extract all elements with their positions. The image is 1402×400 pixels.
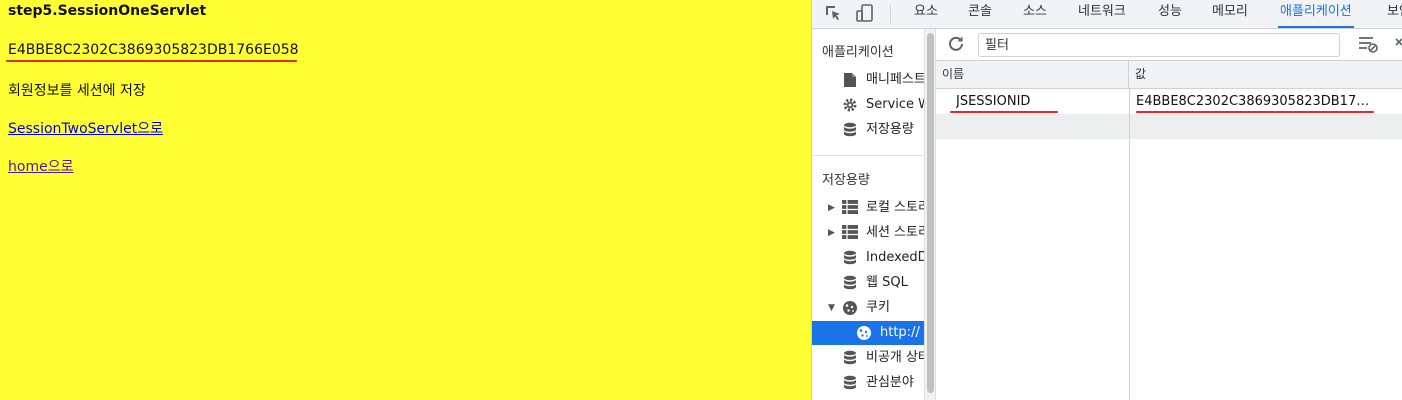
- expand-arrow-icon[interactable]: ▶: [828, 196, 835, 220]
- grid-icon: [842, 200, 858, 216]
- filter-bar: [936, 29, 1402, 61]
- cookie-icon: [856, 325, 872, 341]
- database-icon: [842, 250, 858, 266]
- tab-sources[interactable]: 소스: [1021, 0, 1049, 28]
- home-link[interactable]: home으로: [8, 156, 73, 176]
- sidebar-section-application: 애플리케이션: [822, 45, 894, 60]
- expand-arrow-icon[interactable]: ▶: [828, 221, 835, 245]
- sidebar-item-cookie-origin[interactable]: http://: [812, 321, 924, 345]
- database-icon: [842, 350, 858, 366]
- sidebar-item-label: 세션 스토리지: [866, 225, 924, 240]
- sidebar-item-web-sql[interactable]: 웹 SQL: [812, 271, 924, 295]
- red-annotation-underline: [6, 60, 297, 62]
- tab-application[interactable]: 애플리케이션: [1278, 0, 1354, 28]
- red-annotation-underline: [950, 111, 1058, 113]
- sidebar-item-label: 로컬 스토리지: [866, 200, 924, 215]
- column-header-value[interactable]: 값: [1129, 61, 1402, 89]
- grid-icon: [842, 225, 858, 241]
- database-icon: [842, 275, 858, 291]
- device-toggle-icon[interactable]: [854, 3, 876, 25]
- tab-console[interactable]: 콘솔: [966, 0, 994, 28]
- sidebar-item-label: IndexedDB: [866, 250, 924, 265]
- sidebar-item-indexeddb[interactable]: IndexedDB: [812, 246, 924, 270]
- status-message: 회원정보를 세션에 저장: [8, 83, 146, 99]
- toolbar-separator: [890, 5, 891, 23]
- sidebar-item-cookies[interactable]: ▼ 쿠키: [812, 296, 924, 320]
- sidebar-item-session-storage[interactable]: ▶ 세션 스토리지: [812, 221, 924, 245]
- database-icon: [842, 375, 858, 391]
- tab-elements[interactable]: 요소: [912, 0, 940, 28]
- sidebar-item-label: 저장용량: [866, 122, 914, 137]
- cookies-table: 이름 값 JSESSIONID E4BBE8C2302C3869305823DB…: [936, 61, 1402, 400]
- web-page: step5.SessionOneServlet E4BBE8C2302C3869…: [0, 0, 811, 400]
- sidebar-item-interest-groups[interactable]: 관심분야: [812, 371, 924, 395]
- red-annotation-underline: [1136, 111, 1374, 113]
- sidebar-item-label: 쿠키: [866, 300, 890, 315]
- sidebar-item-label: http://: [880, 325, 920, 340]
- tab-network[interactable]: 네트워크: [1076, 0, 1128, 28]
- clear-all-icon[interactable]: [1358, 35, 1380, 55]
- delete-selected-icon[interactable]: [1394, 35, 1402, 55]
- tab-security[interactable]: 보안: [1385, 0, 1402, 28]
- devtools-panel: 요소 콘솔 소스 네트워크 성능 메모리 애플리케이션 보안 애플리케이션 매니…: [811, 0, 1402, 400]
- cookies-panel: 이름 값 JSESSIONID E4BBE8C2302C3869305823DB…: [936, 29, 1402, 400]
- table-row-empty[interactable]: [936, 114, 1402, 139]
- cookie-icon: [842, 300, 858, 316]
- gear-icon: [842, 97, 858, 113]
- sidebar-item-local-storage[interactable]: ▶ 로컬 스토리지: [812, 196, 924, 220]
- sidebar-divider: [812, 155, 924, 156]
- session-id-text: E4BBE8C2302C3869305823DB1766E058: [8, 42, 299, 58]
- database-icon: [842, 122, 858, 138]
- inspect-element-icon[interactable]: [822, 3, 844, 25]
- column-header-name[interactable]: 이름: [936, 61, 1129, 89]
- devtools-toolbar: 요소 콘솔 소스 네트워크 성능 메모리 애플리케이션 보안: [812, 0, 1402, 29]
- session-two-link[interactable]: SessionTwoServlet으로: [8, 118, 163, 138]
- sidebar-section-storage: 저장용량: [822, 173, 870, 188]
- sidebar-item-label: 관심분야: [866, 375, 914, 390]
- sidebar-item-storage[interactable]: 저장용량: [812, 118, 924, 142]
- file-icon: [842, 72, 858, 88]
- sidebar-item-service-workers[interactable]: Service Workers: [812, 93, 924, 117]
- collapse-arrow-icon[interactable]: ▼: [828, 296, 835, 320]
- filter-input[interactable]: [978, 33, 1340, 57]
- sidebar-item-manifest[interactable]: 매니페스트: [812, 68, 924, 92]
- tab-performance[interactable]: 성능: [1156, 0, 1184, 28]
- refresh-icon[interactable]: [946, 35, 966, 55]
- scrollbar-thumb[interactable]: [927, 33, 934, 393]
- sidebar-item-label: 웹 SQL: [866, 275, 908, 290]
- sidebar-item-label: 비공개 상태: [866, 350, 924, 365]
- sidebar-item-label: Service Workers: [866, 97, 924, 112]
- tab-memory[interactable]: 메모리: [1210, 0, 1250, 28]
- sidebar-item-private-state[interactable]: 비공개 상태: [812, 346, 924, 370]
- application-sidebar: 애플리케이션 매니페스트 Service Workers 저장용량 저장용량 ▶: [812, 29, 924, 400]
- column-divider: [1129, 89, 1130, 400]
- sidebar-scrollbar[interactable]: [924, 29, 936, 400]
- page-title: step5.SessionOneServlet: [8, 3, 207, 19]
- sidebar-item-label: 매니페스트: [866, 72, 924, 87]
